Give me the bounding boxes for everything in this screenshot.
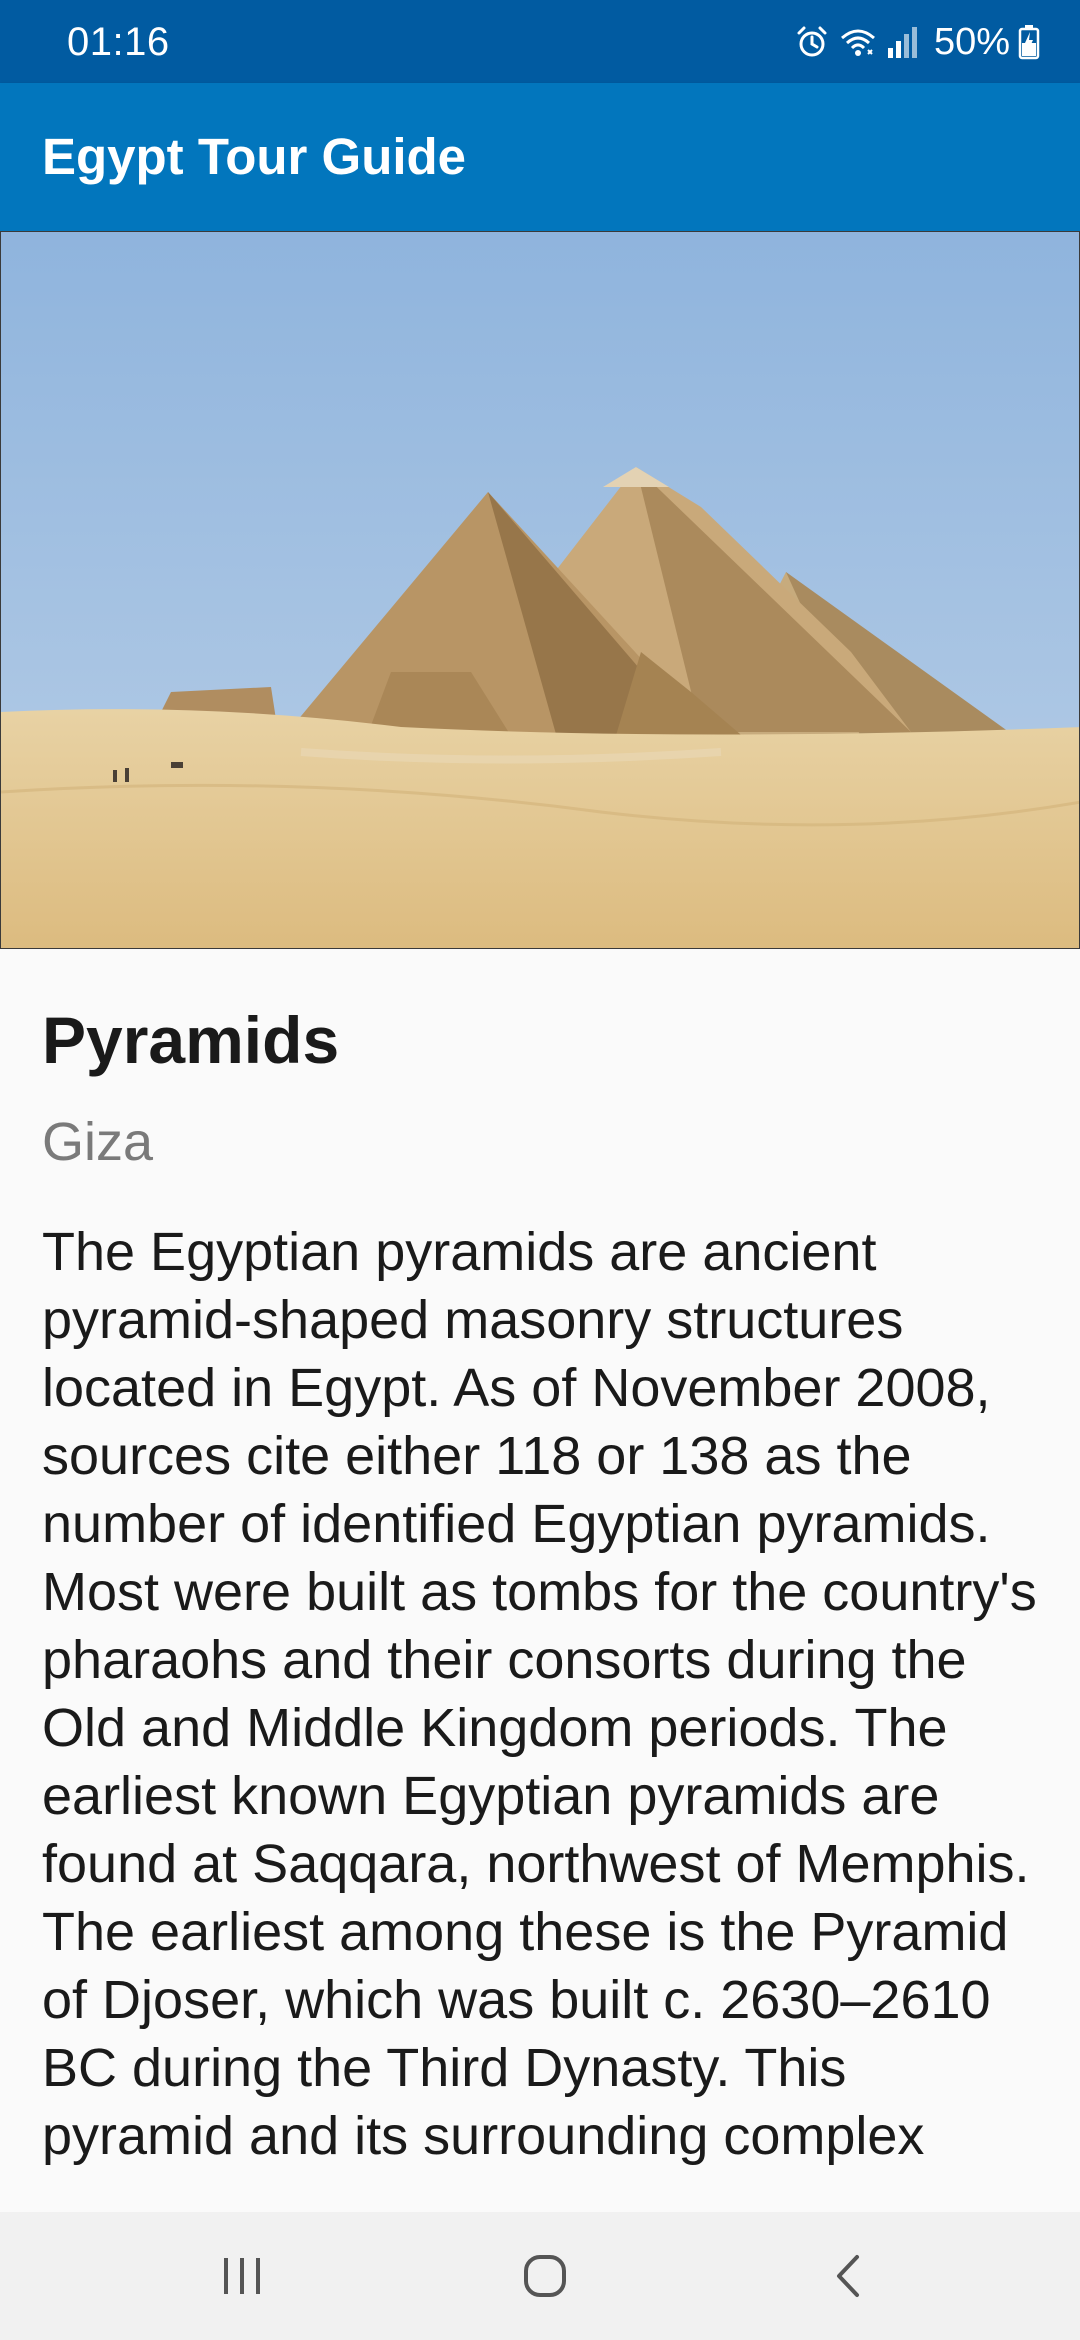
home-icon[interactable] <box>515 2246 575 2306</box>
navigation-bar <box>0 2212 1080 2340</box>
wifi-icon <box>838 24 878 60</box>
place-name: Pyramids <box>42 1003 340 1077</box>
status-icons: 50% <box>794 18 1040 66</box>
place-location: Giza <box>42 1112 154 1172</box>
back-icon[interactable] <box>818 2246 878 2306</box>
app-bar: Egypt Tour Guide <box>0 83 1080 231</box>
status-bar: 01:16 50% <box>0 0 1080 83</box>
app-title: Egypt Tour Guide <box>42 128 467 185</box>
recent-apps-icon[interactable] <box>212 2246 272 2306</box>
alarm-icon <box>794 24 830 60</box>
battery-charging-icon <box>1018 24 1040 60</box>
status-time: 01:16 <box>67 20 170 64</box>
screen: 01:16 50% Egypt Tour Guide Pyramids Giza… <box>0 0 1080 2340</box>
pyramids-photo <box>0 231 1080 949</box>
place-description: The Egyptian pyramids are ancient pyrami… <box>42 1222 1037 2166</box>
place-details: Pyramids Giza The Egyptian pyramids are … <box>42 990 1042 2170</box>
battery-percent: 50% <box>933 21 1010 63</box>
signal-icon <box>886 24 920 60</box>
